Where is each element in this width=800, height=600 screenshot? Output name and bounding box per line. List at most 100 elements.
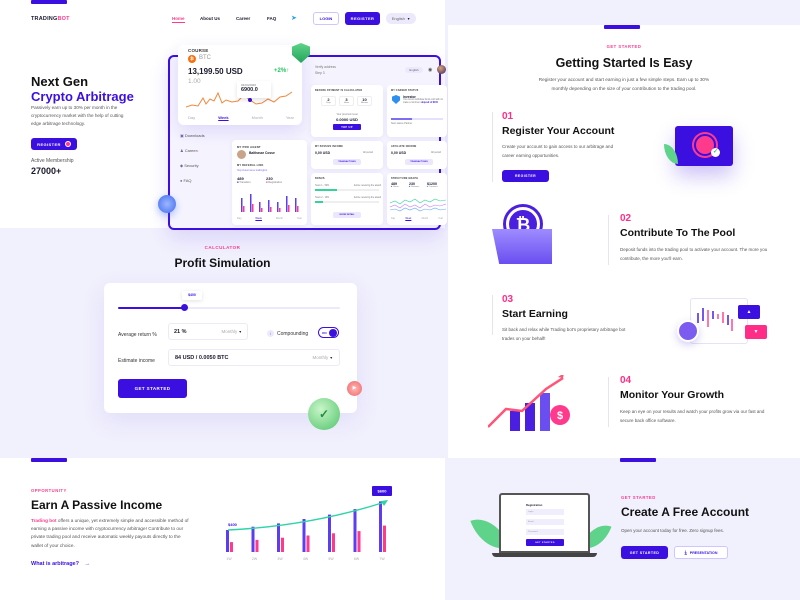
gs-title: Getting Started Is Easy xyxy=(555,56,693,70)
info-icon[interactable]: i xyxy=(267,330,274,337)
affiliate-period[interactable]: All period xyxy=(431,151,441,154)
agent-bar-transition xyxy=(268,200,270,212)
sidebar-item-downloads[interactable]: ▣ Downloads xyxy=(180,128,205,143)
user-avatar[interactable] xyxy=(437,65,446,74)
passive-period[interactable]: All period xyxy=(363,151,373,154)
fa-get-started-button[interactable]: GET STARTED xyxy=(621,546,668,559)
affiliate-title: AFFILIATE INCOME xyxy=(391,145,417,148)
compounding-label: Compounding xyxy=(277,331,309,337)
avg-period-select[interactable]: Monthly ▼ xyxy=(222,329,243,334)
bonus-card: BONUS Team 1 - 50% before receiving the a… xyxy=(311,173,383,225)
toggle-knob xyxy=(329,328,337,337)
countdown: 2 Days 3 Hours 10 Minutes xyxy=(321,96,372,106)
form-get-started-button[interactable]: GET STARTED xyxy=(526,539,564,546)
step2-text: Deposit funds into the trading pool to a… xyxy=(620,247,768,261)
register-button[interactable]: REGISTER xyxy=(345,12,380,25)
passive-transactions-button[interactable]: TRANSACTIONS xyxy=(333,159,361,165)
growth-trend-line xyxy=(227,501,386,531)
more-detail-button[interactable]: MORE DETAIL xyxy=(333,212,361,218)
password-field[interactable]: Password xyxy=(526,529,564,535)
hero-title-line1: Next Gen xyxy=(31,74,89,89)
agent-stat2: 230 ■ Registration xyxy=(266,176,283,184)
sidebar-item-security[interactable]: ◆ Security xyxy=(180,158,205,173)
growth-illustration: $ xyxy=(488,375,570,431)
verify-address: Verify address xyxy=(315,65,336,69)
agent-bar-transition xyxy=(286,196,288,212)
passive-accent-bar xyxy=(31,458,67,462)
top-accent-bar xyxy=(31,0,67,4)
gs-eyebrow: GET STARTED xyxy=(606,44,642,49)
estimate-period-select[interactable]: Monthly ▼ xyxy=(313,355,334,360)
growth-bar-pink xyxy=(332,533,335,552)
hero-register-button[interactable]: REGISTER xyxy=(31,138,77,150)
eye-icon[interactable]: ◉ xyxy=(428,67,432,73)
week-tick-label: 3W xyxy=(277,557,283,561)
sidebar-item-career[interactable]: ♟ Career• xyxy=(180,143,205,158)
nav-link-career[interactable]: Career xyxy=(236,16,250,21)
partners-line xyxy=(390,207,446,212)
agent-bar-registration xyxy=(261,208,263,212)
compounding-toggle[interactable]: ON xyxy=(318,327,339,338)
nav-link-about[interactable]: About Us xyxy=(200,16,220,21)
logo[interactable]: TRADINGBOT xyxy=(31,16,70,22)
step1-divider xyxy=(492,112,493,182)
login-button[interactable]: LOGIN xyxy=(313,12,339,25)
tab-week[interactable]: Week xyxy=(218,115,228,120)
step1-register-button[interactable]: REGISTER xyxy=(502,170,549,182)
arrow-head-icon xyxy=(558,375,564,378)
telegram-icon[interactable]: ➤ xyxy=(291,14,297,22)
calculator-get-started-button[interactable]: GET STARTED xyxy=(118,379,187,398)
amount-slider[interactable] xyxy=(118,304,340,311)
dashboard-language-select[interactable]: English xyxy=(405,67,423,73)
structure-partners: 230 ■ Partners xyxy=(409,182,420,188)
tab-year[interactable]: Year xyxy=(286,115,294,120)
avg-return-field[interactable]: 21 % Monthly ▼ xyxy=(168,323,248,340)
logo-main: TRADING xyxy=(31,16,58,22)
slider-thumb[interactable] xyxy=(181,304,189,311)
nav-link-home[interactable]: Home xyxy=(172,16,185,23)
team1-progress xyxy=(315,189,379,191)
pink-play-icon: ▶ xyxy=(347,381,362,396)
career-note: You cannot withdraw funds until will not… xyxy=(403,99,443,104)
ref-link[interactable]: http://username.tradingbot xyxy=(237,169,267,172)
nav-link-faq[interactable]: FAQ xyxy=(267,16,276,21)
down-arrow-button-icon: ▼ xyxy=(745,325,767,339)
structure-tabs: Day Week Month Year xyxy=(391,217,443,220)
tab-month[interactable]: Month xyxy=(252,115,263,120)
agent-bar-registration xyxy=(270,207,272,212)
calculator-card: $400 Average return % 21 % Monthly ▼ i C… xyxy=(104,283,357,413)
folder-icon xyxy=(492,229,552,264)
passive-card: MY PASSIVE INCOME 0,00 USD All period TR… xyxy=(311,141,383,169)
email-field[interactable]: Email xyxy=(526,519,564,525)
growth-bar-pink xyxy=(306,535,310,552)
login-field[interactable]: Login xyxy=(526,509,564,515)
step3-text: Sit back and relax while Trading bot's p… xyxy=(502,327,626,341)
fa-text: Open your account today for free. Zero s… xyxy=(621,528,725,533)
passive-highlight[interactable]: Trading bot xyxy=(31,518,57,523)
sidebar-item-faq[interactable]: ● FAQ xyxy=(180,173,205,188)
agent-bar-transition xyxy=(295,198,297,212)
structure-card: STRUCTURE GRAPH 489 ■ Users 230 ■ Partners… xyxy=(387,173,447,225)
step1-text: Create your account to gain access to ou… xyxy=(502,144,614,158)
users-line xyxy=(390,203,446,209)
end-value-label: $600 xyxy=(378,489,388,494)
team1-label: Team 1 - 50% before receiving the award xyxy=(315,185,381,187)
language-select[interactable]: English ▼ xyxy=(386,13,416,24)
turnover-line xyxy=(390,198,446,205)
payment-title: BEFORE PAYMENT IS CALCULATED xyxy=(315,89,363,92)
toggle-label: ON xyxy=(322,330,327,335)
bitcoin-folder-illustration: ₿ xyxy=(492,207,562,264)
agent-card: MY PRO AGENT Balthasar Cosse MY REFERAL … xyxy=(232,140,307,225)
agent-stat1: 489 ■ Transition xyxy=(237,176,251,184)
top-up-button[interactable]: TOP UP xyxy=(333,124,361,130)
estimate-field[interactable]: 84 USD / 0.0050 BTC Monthly ▼ xyxy=(168,349,340,366)
premium-value: 0.0000 USD xyxy=(336,117,358,122)
arbitrage-link[interactable]: What is arbitrage? → xyxy=(31,561,90,567)
passive-title: Earn A Passive Income xyxy=(31,498,163,512)
presentation-button[interactable]: ⤓ PRESENTATION xyxy=(674,546,728,559)
affiliate-transactions-button[interactable]: TRANSACTIONS xyxy=(405,159,433,165)
agent-tabs: Day Week Month Year xyxy=(237,217,302,220)
step2-number: 02 xyxy=(620,213,632,224)
gs-description: Register your account and start earning … xyxy=(538,77,710,91)
tab-day[interactable]: Day xyxy=(188,115,195,120)
